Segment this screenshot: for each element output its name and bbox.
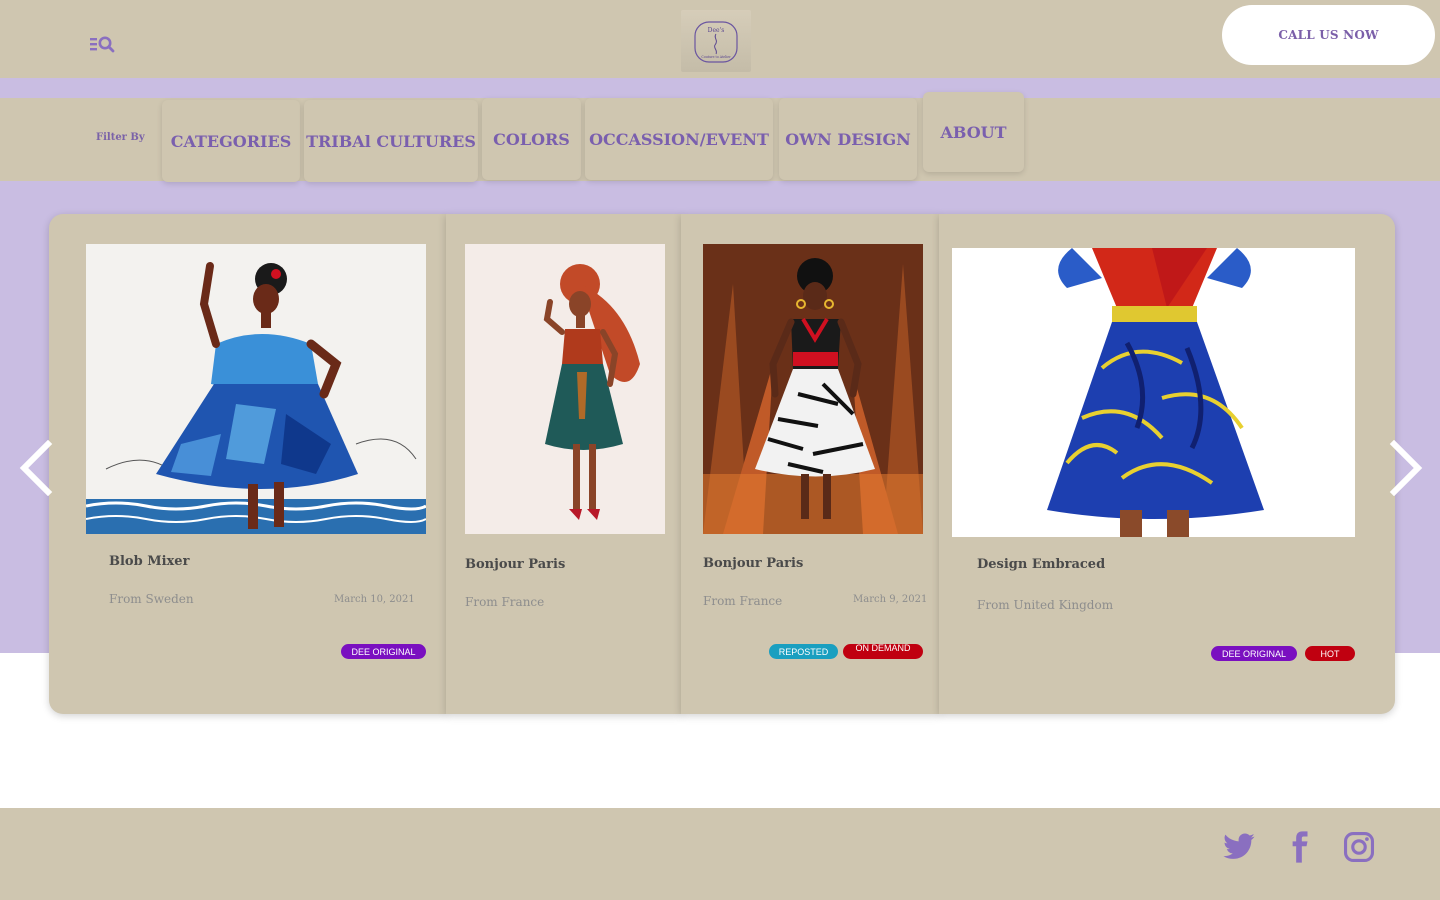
product-date: March 9, 2021 — [853, 594, 928, 605]
site-footer — [0, 808, 1440, 900]
product-card[interactable]: Bonjour Paris From France — [446, 214, 682, 714]
product-origin: From Sweden — [109, 592, 194, 606]
call-us-button[interactable]: CALL US NOW — [1222, 5, 1435, 65]
product-title[interactable]: Bonjour Paris — [703, 556, 803, 571]
product-date: March 10, 2021 — [334, 594, 415, 605]
filter-chip-own-design[interactable]: OWN DESIGN — [779, 98, 917, 180]
product-card[interactable]: Bonjour Paris From France March 9, 2021 … — [681, 214, 940, 714]
product-image[interactable] — [703, 244, 923, 534]
product-image[interactable] — [465, 244, 665, 534]
product-title[interactable]: Bonjour Paris — [465, 557, 565, 572]
logo-text-bottom: Couture to Atelier — [701, 55, 731, 59]
filter-chip-about[interactable]: ABOUT — [923, 92, 1024, 172]
chevron-left-icon — [19, 439, 53, 497]
filter-chip-occasion-event[interactable]: OCCASSION/EVENT — [585, 98, 773, 180]
product-origin: From United Kingdom — [977, 598, 1114, 612]
product-origin: From France — [703, 594, 783, 608]
product-title[interactable]: Blob Mixer — [109, 554, 189, 569]
carousel-prev-button[interactable] — [16, 439, 56, 497]
filter-chip-tribal-cultures[interactable]: TRIBAl CULTURES — [304, 100, 478, 182]
filter-bar: Filter By CATEGORIES TRIBAl CULTURES COL… — [0, 92, 1440, 182]
site-logo[interactable]: Dee's Couture to Atelier — [681, 10, 751, 72]
carousel-next-button[interactable] — [1386, 439, 1426, 497]
badge-reposted: REPOSTED — [769, 644, 838, 659]
instagram-icon[interactable] — [1342, 830, 1376, 864]
twitter-icon[interactable] — [1222, 830, 1256, 864]
product-image[interactable] — [952, 248, 1355, 537]
menu-search-icon[interactable] — [88, 32, 118, 58]
badge-on-demand: ON DEMAND — [843, 644, 923, 659]
filter-chip-colors[interactable]: COLORS — [482, 98, 581, 180]
logo-text-top: Dee's — [708, 27, 725, 34]
product-title[interactable]: Design Embraced — [977, 557, 1105, 572]
product-origin: From France — [465, 595, 545, 609]
badge-dee-original: DEE ORIGINAL — [1211, 646, 1297, 661]
filter-label: Filter By — [96, 132, 145, 143]
product-card[interactable]: Blob Mixer From Sweden March 10, 2021 DE… — [49, 214, 447, 714]
logo-emblem: Dee's Couture to Atelier — [694, 21, 738, 63]
product-card[interactable]: Design Embraced From United Kingdom DEE … — [939, 214, 1395, 714]
site-header: Dee's Couture to Atelier CALL US NOW — [0, 0, 1440, 78]
badge-hot: HOT — [1305, 646, 1355, 661]
badge-dee-original: DEE ORIGINAL — [341, 644, 426, 659]
chevron-right-icon — [1389, 439, 1423, 497]
filter-chip-categories[interactable]: CATEGORIES — [162, 100, 300, 182]
product-image[interactable] — [86, 244, 426, 534]
facebook-icon[interactable] — [1282, 830, 1316, 864]
